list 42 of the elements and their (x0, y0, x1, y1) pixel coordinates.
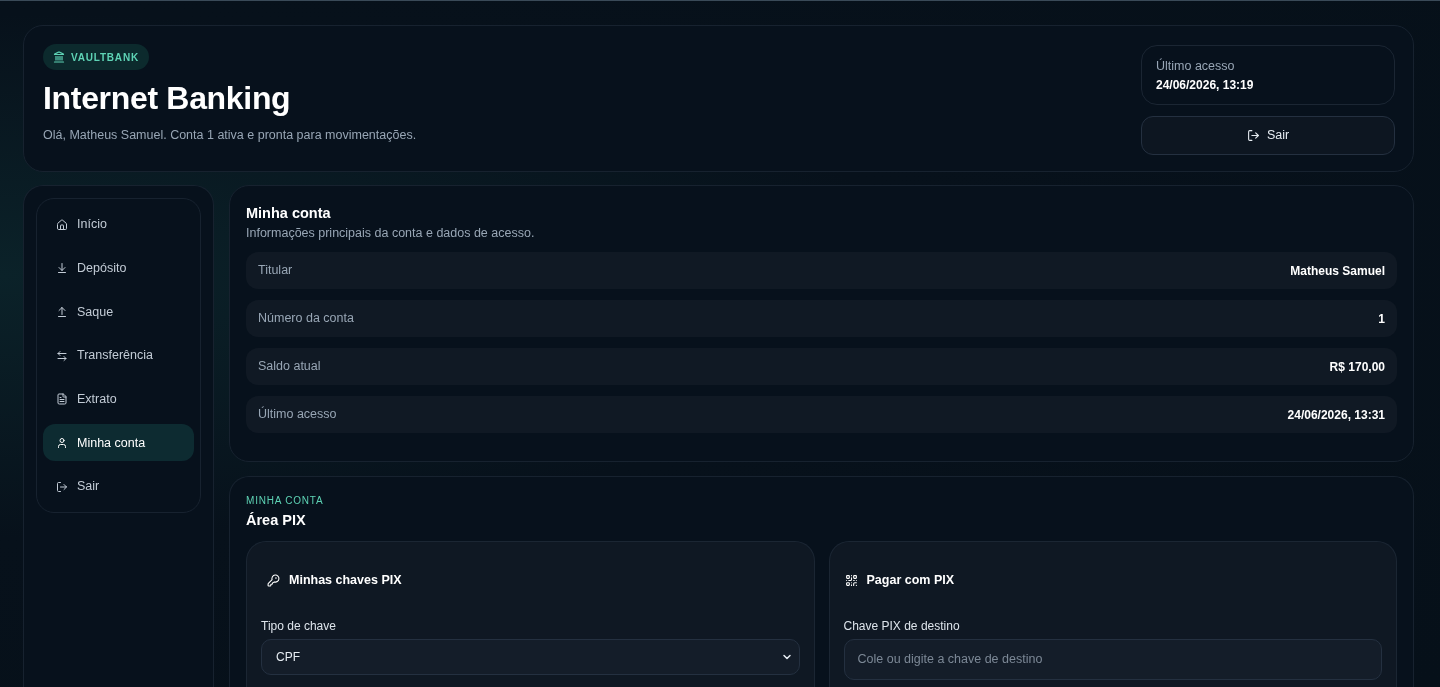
logout-icon (56, 480, 68, 493)
nav-item[interactable]: Saque (43, 293, 194, 331)
brand-name: VAULTBANK (71, 50, 139, 65)
logout-icon (1246, 129, 1260, 142)
arrow-up-icon (56, 305, 68, 318)
section-title: Minha conta (246, 204, 332, 222)
field-label: Tipo de chave (261, 617, 336, 634)
home-icon (56, 218, 68, 231)
destination-key-input[interactable]: Cole ou digite a chave de destino (843, 638, 1382, 680)
qr-code-icon (844, 573, 858, 587)
arrow-down-icon (56, 262, 68, 275)
info-value: 1 (1378, 310, 1385, 328)
key-icon (267, 573, 280, 587)
section-title: Área PIX (246, 511, 306, 529)
last-access-label: Último acesso (1156, 58, 1235, 74)
info-value: Matheus Samuel (1290, 262, 1385, 280)
panel-title: Pagar com PIX (866, 572, 955, 589)
info-label: Titular (258, 262, 293, 280)
panel-title: Minhas chaves PIX (289, 572, 402, 589)
nav-item[interactable]: Depósito (43, 249, 194, 287)
nav-item[interactable]: Extrato (43, 380, 194, 418)
info-label: Número da conta (258, 310, 354, 328)
nav-item[interactable]: Início (43, 206, 194, 243)
document-icon (56, 393, 68, 406)
field-label: Chave PIX de destino (843, 617, 960, 634)
section-eyebrow: MINHA CONTA (246, 494, 324, 507)
logout-button[interactable]: Sair (1141, 116, 1395, 155)
page-title: Internet Banking (43, 79, 291, 117)
info-value: R$ 170,00 (1329, 358, 1385, 376)
nav-item[interactable]: Transferência (43, 337, 194, 375)
arrows-swap-icon (56, 349, 68, 362)
user-icon (56, 436, 68, 449)
info-label: Saldo atual (258, 358, 321, 376)
info-label: Último acesso (258, 405, 337, 424)
bank-icon (53, 51, 65, 63)
section-subtitle: Informações principais da conta e dados de acesso. (246, 225, 536, 241)
greeting-text: Olá, Matheus Samuel. Conta 1 ativa e pronta para movimentações. (43, 127, 417, 144)
nav-item[interactable]: Sair (43, 468, 194, 506)
nav-item[interactable]: Minha conta (43, 424, 194, 462)
info-value: 24/06/2026, 13:31 (1287, 406, 1385, 424)
key-type-select[interactable]: CPF (261, 638, 800, 675)
last-access-value: 24/06/2026, 13:19 (1156, 77, 1254, 93)
